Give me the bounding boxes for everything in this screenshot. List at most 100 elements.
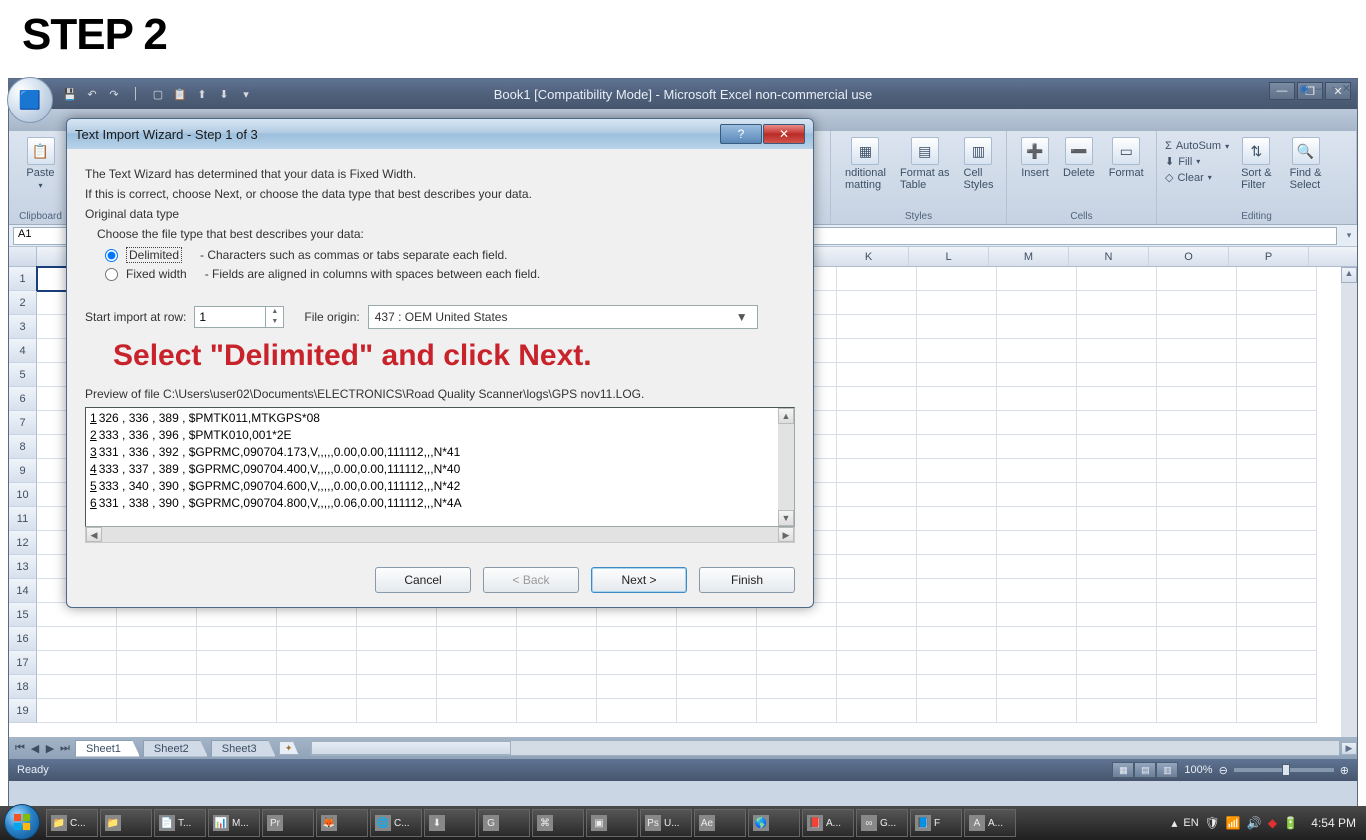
grid-vscroll[interactable]: ▲	[1341, 267, 1357, 737]
minimize-button[interactable]: —	[1269, 82, 1295, 100]
cell[interactable]	[917, 291, 997, 315]
file-origin-select[interactable]: 437 : OEM United States ▼	[368, 305, 758, 329]
cell[interactable]	[997, 699, 1077, 723]
cell[interactable]	[37, 699, 117, 723]
battery-icon[interactable]: 🔋	[1283, 816, 1298, 830]
view-layout-button[interactable]: ▤	[1134, 762, 1156, 778]
cell[interactable]	[277, 675, 357, 699]
cell[interactable]	[997, 291, 1077, 315]
preview-scroll-right-icon[interactable]: ▶	[778, 527, 794, 542]
cell[interactable]	[117, 699, 197, 723]
cell[interactable]	[1157, 555, 1237, 579]
cell[interactable]	[677, 627, 757, 651]
cell[interactable]	[917, 411, 997, 435]
taskbar-item[interactable]: ▣	[586, 809, 638, 837]
insert-sheet-button[interactable]: ✦	[279, 741, 299, 755]
cell[interactable]	[1077, 339, 1157, 363]
taskbar-item[interactable]: 📊M...	[208, 809, 260, 837]
delimited-radio[interactable]	[105, 249, 118, 262]
cell[interactable]	[997, 627, 1077, 651]
cell[interactable]	[917, 699, 997, 723]
taskbar-item[interactable]: ∞G...	[856, 809, 908, 837]
cell[interactable]	[1157, 675, 1237, 699]
cell[interactable]	[1157, 579, 1237, 603]
cell[interactable]	[1237, 315, 1317, 339]
cell[interactable]	[517, 627, 597, 651]
taskbar-item[interactable]: ⬇	[424, 809, 476, 837]
cell[interactable]	[1237, 675, 1317, 699]
cell[interactable]	[837, 483, 917, 507]
cell[interactable]	[117, 627, 197, 651]
cell[interactable]	[1077, 291, 1157, 315]
clock[interactable]: 4:54 PM	[1304, 816, 1356, 830]
sort-filter-button[interactable]: ⇅Sort & Filter	[1235, 135, 1278, 193]
spinner-up-icon[interactable]: ▲	[265, 307, 283, 317]
cell[interactable]	[1077, 435, 1157, 459]
cell[interactable]	[197, 675, 277, 699]
preview-scroll-down-icon[interactable]: ▼	[778, 510, 794, 526]
tab-sheet2[interactable]: Sheet2	[143, 740, 208, 757]
row-header[interactable]: 5	[9, 363, 37, 387]
cell[interactable]	[1157, 459, 1237, 483]
cell[interactable]	[1157, 507, 1237, 531]
redo-icon[interactable]: ↷	[105, 85, 123, 103]
row-header[interactable]: 17	[9, 651, 37, 675]
cell[interactable]	[1157, 435, 1237, 459]
cell[interactable]	[997, 315, 1077, 339]
cell[interactable]	[917, 363, 997, 387]
fixed-width-label[interactable]: Fixed width	[126, 267, 187, 281]
cell[interactable]	[677, 699, 757, 723]
cell[interactable]	[1157, 291, 1237, 315]
cell[interactable]	[1077, 555, 1157, 579]
cell[interactable]	[1077, 579, 1157, 603]
zoom-thumb[interactable]	[1282, 764, 1290, 776]
cell[interactable]	[917, 435, 997, 459]
view-break-button[interactable]: ▥	[1156, 762, 1178, 778]
cell[interactable]	[917, 267, 997, 291]
cell[interactable]	[1157, 267, 1237, 291]
finish-button[interactable]: Finish	[699, 567, 795, 593]
cell[interactable]	[1237, 651, 1317, 675]
cell[interactable]	[1157, 411, 1237, 435]
row-header[interactable]: 2	[9, 291, 37, 315]
preview-scroll-up-icon[interactable]: ▲	[778, 408, 794, 424]
cell[interactable]	[1157, 627, 1237, 651]
cell[interactable]	[917, 339, 997, 363]
cell[interactable]	[37, 675, 117, 699]
cell[interactable]	[1237, 363, 1317, 387]
cell[interactable]	[837, 507, 917, 531]
cell[interactable]	[277, 699, 357, 723]
cell[interactable]	[437, 675, 517, 699]
cell[interactable]	[917, 507, 997, 531]
cell[interactable]	[837, 315, 917, 339]
cell[interactable]	[437, 699, 517, 723]
tab-next-icon[interactable]: ▶	[43, 742, 57, 755]
dialog-close-button[interactable]: ✕	[763, 124, 805, 144]
cell[interactable]	[1157, 699, 1237, 723]
preview-hscroll[interactable]: ◀ ▶	[85, 527, 795, 543]
language-indicator[interactable]: EN	[1183, 817, 1198, 829]
cell[interactable]	[837, 411, 917, 435]
tab-sheet1[interactable]: Sheet1	[75, 740, 140, 757]
cell[interactable]	[997, 339, 1077, 363]
tray-icon-1[interactable]: 🛡	[1205, 816, 1220, 830]
cell[interactable]	[677, 651, 757, 675]
fill-button[interactable]: ⬇Fill▾	[1165, 154, 1229, 169]
cell[interactable]	[837, 627, 917, 651]
column-header[interactable]: O	[1149, 247, 1229, 266]
tab-prev-icon[interactable]: ◀	[28, 742, 42, 755]
scroll-up-icon[interactable]: ▲	[1341, 267, 1357, 283]
cell[interactable]	[1237, 291, 1317, 315]
row-header[interactable]: 3	[9, 315, 37, 339]
sort-asc-icon[interactable]: ⬆	[193, 85, 211, 103]
cell[interactable]	[1237, 603, 1317, 627]
cell[interactable]	[1157, 387, 1237, 411]
cell[interactable]	[917, 387, 997, 411]
cell[interactable]	[837, 339, 917, 363]
cell[interactable]	[837, 651, 917, 675]
spinner-down-icon[interactable]: ▼	[265, 317, 283, 327]
cell[interactable]	[1237, 459, 1317, 483]
taskbar-item[interactable]: AA...	[964, 809, 1016, 837]
cell[interactable]	[197, 627, 277, 651]
cell[interactable]	[837, 531, 917, 555]
